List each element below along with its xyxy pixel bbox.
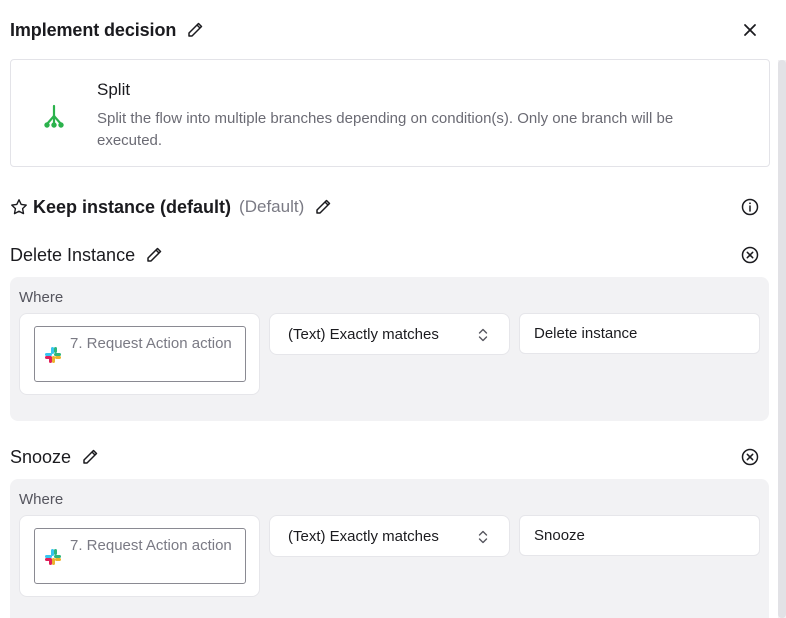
- branch-name: Snooze: [10, 446, 72, 467]
- star-icon[interactable]: [10, 198, 28, 216]
- split-description: Split the flow into multiple branches de…: [97, 110, 674, 149]
- operator-select[interactable]: (Text) Exactly matches: [269, 313, 510, 355]
- scrollbar-thumb[interactable]: [778, 60, 786, 618]
- field-value: 7. Request Action action: [70, 537, 232, 554]
- edit-title-pencil-icon[interactable]: [186, 21, 204, 39]
- split-step-card: Split Split the flow into multiple branc…: [10, 59, 770, 167]
- match-value-input[interactable]: Snooze: [519, 515, 760, 556]
- condition-panel: Where 7. Request Action action (Text) Ex…: [10, 479, 769, 618]
- edit-default-branch-pencil-icon[interactable]: [314, 198, 332, 216]
- default-branch-row: Keep instance (default) (Default): [10, 193, 760, 221]
- field-selector-box: 7. Request Action action: [19, 515, 260, 597]
- field-input[interactable]: 7. Request Action action: [34, 528, 246, 584]
- split-title: Split: [97, 80, 131, 99]
- branch-name: Delete Instance: [10, 244, 136, 265]
- default-tag: (Default): [239, 197, 305, 216]
- edit-branch-pencil-icon[interactable]: [145, 246, 163, 264]
- remove-branch-icon[interactable]: [740, 447, 760, 467]
- chevron-up-down-icon: [477, 327, 489, 343]
- branch-row-snooze: Snooze: [10, 443, 760, 471]
- panel-header: Implement decision: [10, 16, 768, 44]
- info-icon[interactable]: [740, 197, 760, 217]
- operator-select[interactable]: (Text) Exactly matches: [269, 515, 510, 557]
- match-value: Snooze: [534, 527, 585, 544]
- branch-row-delete-instance: Delete Instance: [10, 241, 760, 269]
- where-label: Where: [19, 289, 64, 306]
- edit-branch-pencil-icon[interactable]: [81, 448, 99, 466]
- default-branch-name: Keep instance (default): [33, 196, 232, 217]
- chevron-up-down-icon: [477, 529, 489, 545]
- condition-panel: Where 7. Request Action action (Text) Ex…: [10, 277, 769, 421]
- field-input[interactable]: 7. Request Action action: [34, 326, 246, 382]
- field-selector-box: 7. Request Action action: [19, 313, 260, 395]
- field-value: 7. Request Action action: [70, 335, 232, 352]
- match-value-input[interactable]: Delete instance: [519, 313, 760, 354]
- where-label: Where: [19, 491, 64, 508]
- operator-value: (Text) Exactly matches: [288, 528, 439, 545]
- slack-logo-icon: [44, 548, 62, 566]
- match-value: Delete instance: [534, 325, 638, 342]
- remove-branch-icon[interactable]: [740, 245, 760, 265]
- split-branch-icon: [43, 104, 65, 128]
- close-icon[interactable]: [740, 20, 760, 40]
- slack-logo-icon: [44, 346, 62, 364]
- panel-title: Implement decision: [10, 19, 177, 40]
- operator-value: (Text) Exactly matches: [288, 326, 439, 343]
